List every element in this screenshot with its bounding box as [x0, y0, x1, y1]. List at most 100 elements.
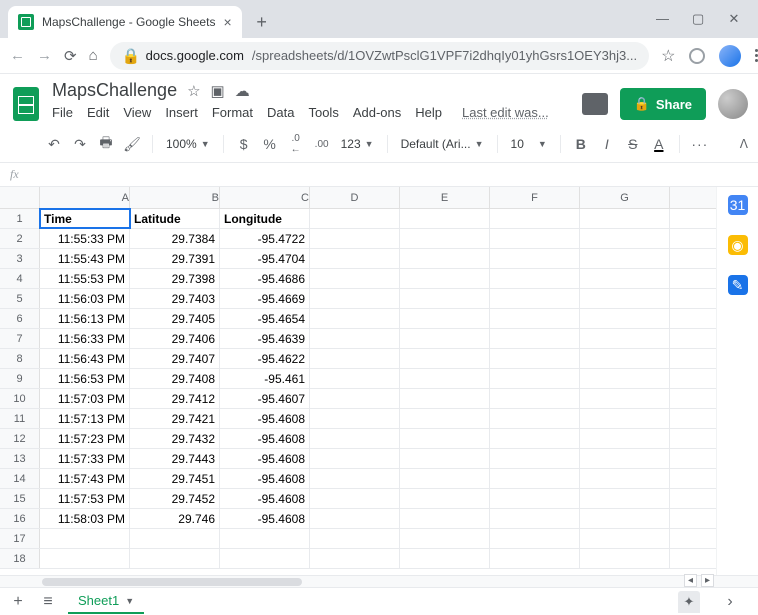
cell[interactable]	[400, 389, 490, 408]
undo-icon[interactable]: ↶	[44, 136, 64, 153]
formula-bar[interactable]: fx	[0, 163, 758, 187]
cell[interactable]	[580, 349, 670, 368]
minimize-icon[interactable]: —	[656, 11, 668, 27]
row-header[interactable]: 7	[0, 329, 40, 348]
menu-addons[interactable]: Add-ons	[353, 105, 401, 120]
last-edit-link[interactable]: Last edit was...	[462, 105, 549, 120]
italic-icon[interactable]: I	[597, 136, 617, 152]
cell[interactable]	[490, 309, 580, 328]
row-header[interactable]: 5	[0, 289, 40, 308]
cell[interactable]: 11:56:33 PM	[40, 329, 130, 348]
cell[interactable]	[580, 509, 670, 528]
increase-decimal-icon[interactable]: .00	[312, 139, 332, 150]
col-header-b[interactable]: B	[130, 187, 220, 208]
cell[interactable]	[490, 549, 580, 568]
cell[interactable]	[310, 209, 400, 228]
cell[interactable]	[400, 509, 490, 528]
cell[interactable]: -95.4608	[220, 409, 310, 428]
cell[interactable]	[130, 529, 220, 548]
font-size-dropdown[interactable]: 10▼	[508, 137, 550, 151]
cell[interactable]	[490, 509, 580, 528]
cell[interactable]	[310, 549, 400, 568]
more-tools-icon[interactable]: ···	[690, 136, 710, 152]
cell[interactable]	[490, 209, 580, 228]
cell[interactable]	[580, 309, 670, 328]
row-header[interactable]: 14	[0, 469, 40, 488]
cell[interactable]	[580, 429, 670, 448]
cell[interactable]	[310, 409, 400, 428]
cell[interactable]: 11:56:13 PM	[40, 309, 130, 328]
move-doc-icon[interactable]: ▣	[211, 82, 225, 100]
cell[interactable]	[490, 489, 580, 508]
browser-tab[interactable]: MapsChallenge - Google Sheets ×	[8, 6, 242, 38]
cell[interactable]	[400, 229, 490, 248]
row-header[interactable]: 10	[0, 389, 40, 408]
col-header-e[interactable]: E	[400, 187, 490, 208]
row-header[interactable]: 18	[0, 549, 40, 568]
cell[interactable]: -95.4639	[220, 329, 310, 348]
row-header[interactable]: 1	[0, 209, 40, 228]
cell[interactable]	[580, 329, 670, 348]
cell[interactable]: 11:56:03 PM	[40, 289, 130, 308]
cell[interactable]	[580, 529, 670, 548]
cell[interactable]	[400, 529, 490, 548]
spreadsheet-grid[interactable]: A B C D E F G 1TimeLatitudeLongitude211:…	[0, 187, 716, 575]
calendar-icon[interactable]: 31	[728, 195, 748, 215]
cell[interactable]: 29.7408	[130, 369, 220, 388]
cell[interactable]: 11:57:53 PM	[40, 489, 130, 508]
cell[interactable]	[40, 529, 130, 548]
cell[interactable]: 11:56:43 PM	[40, 349, 130, 368]
cell[interactable]	[490, 449, 580, 468]
cell[interactable]	[400, 409, 490, 428]
extension-icon[interactable]	[689, 48, 705, 64]
cell[interactable]	[400, 329, 490, 348]
cell[interactable]	[310, 529, 400, 548]
cell[interactable]: Longitude	[220, 209, 310, 228]
row-header[interactable]: 16	[0, 509, 40, 528]
cell[interactable]	[400, 469, 490, 488]
cell[interactable]: 29.7407	[130, 349, 220, 368]
menu-view[interactable]: View	[123, 105, 151, 120]
cell[interactable]: -95.4654	[220, 309, 310, 328]
cell[interactable]: 29.746	[130, 509, 220, 528]
close-window-icon[interactable]: ✕	[728, 11, 740, 27]
cell[interactable]: 29.7391	[130, 249, 220, 268]
cell[interactable]	[490, 329, 580, 348]
col-header-d[interactable]: D	[310, 187, 400, 208]
cell[interactable]	[490, 349, 580, 368]
select-all-corner[interactable]	[0, 187, 40, 208]
cell[interactable]	[310, 509, 400, 528]
maximize-icon[interactable]: ▢	[692, 11, 704, 27]
cell[interactable]	[490, 249, 580, 268]
add-sheet-icon[interactable]: +	[8, 593, 28, 611]
cell[interactable]: 29.7398	[130, 269, 220, 288]
horizontal-scrollbar[interactable]: ◂ ▸	[0, 575, 758, 587]
cell[interactable]	[310, 429, 400, 448]
redo-icon[interactable]: ↷	[70, 136, 90, 153]
cell[interactable]	[310, 329, 400, 348]
cell[interactable]	[580, 289, 670, 308]
cell[interactable]	[490, 469, 580, 488]
row-header[interactable]: 2	[0, 229, 40, 248]
cell[interactable]	[400, 309, 490, 328]
cell[interactable]	[580, 249, 670, 268]
cell[interactable]: -95.4608	[220, 469, 310, 488]
star-doc-icon[interactable]: ☆	[187, 82, 200, 100]
url-input[interactable]: 🔒 docs.google.com/spreadsheets/d/1OVZwtP…	[110, 42, 649, 70]
expand-side-panel-icon[interactable]: ›	[710, 593, 750, 611]
cell[interactable]	[400, 269, 490, 288]
decrease-decimal-icon[interactable]: .0←	[286, 133, 306, 155]
currency-icon[interactable]: $	[234, 136, 254, 152]
cell[interactable]	[310, 349, 400, 368]
cell[interactable]	[400, 349, 490, 368]
cell[interactable]: 11:57:13 PM	[40, 409, 130, 428]
share-button[interactable]: 🔒 Share	[620, 88, 706, 120]
menu-tools[interactable]: Tools	[308, 105, 338, 120]
row-header[interactable]: 9	[0, 369, 40, 388]
menu-format[interactable]: Format	[212, 105, 253, 120]
cell[interactable]	[580, 469, 670, 488]
cell[interactable]	[130, 549, 220, 568]
print-icon[interactable]: 🖶	[96, 132, 116, 156]
cell[interactable]: 29.7384	[130, 229, 220, 248]
cell[interactable]	[580, 549, 670, 568]
